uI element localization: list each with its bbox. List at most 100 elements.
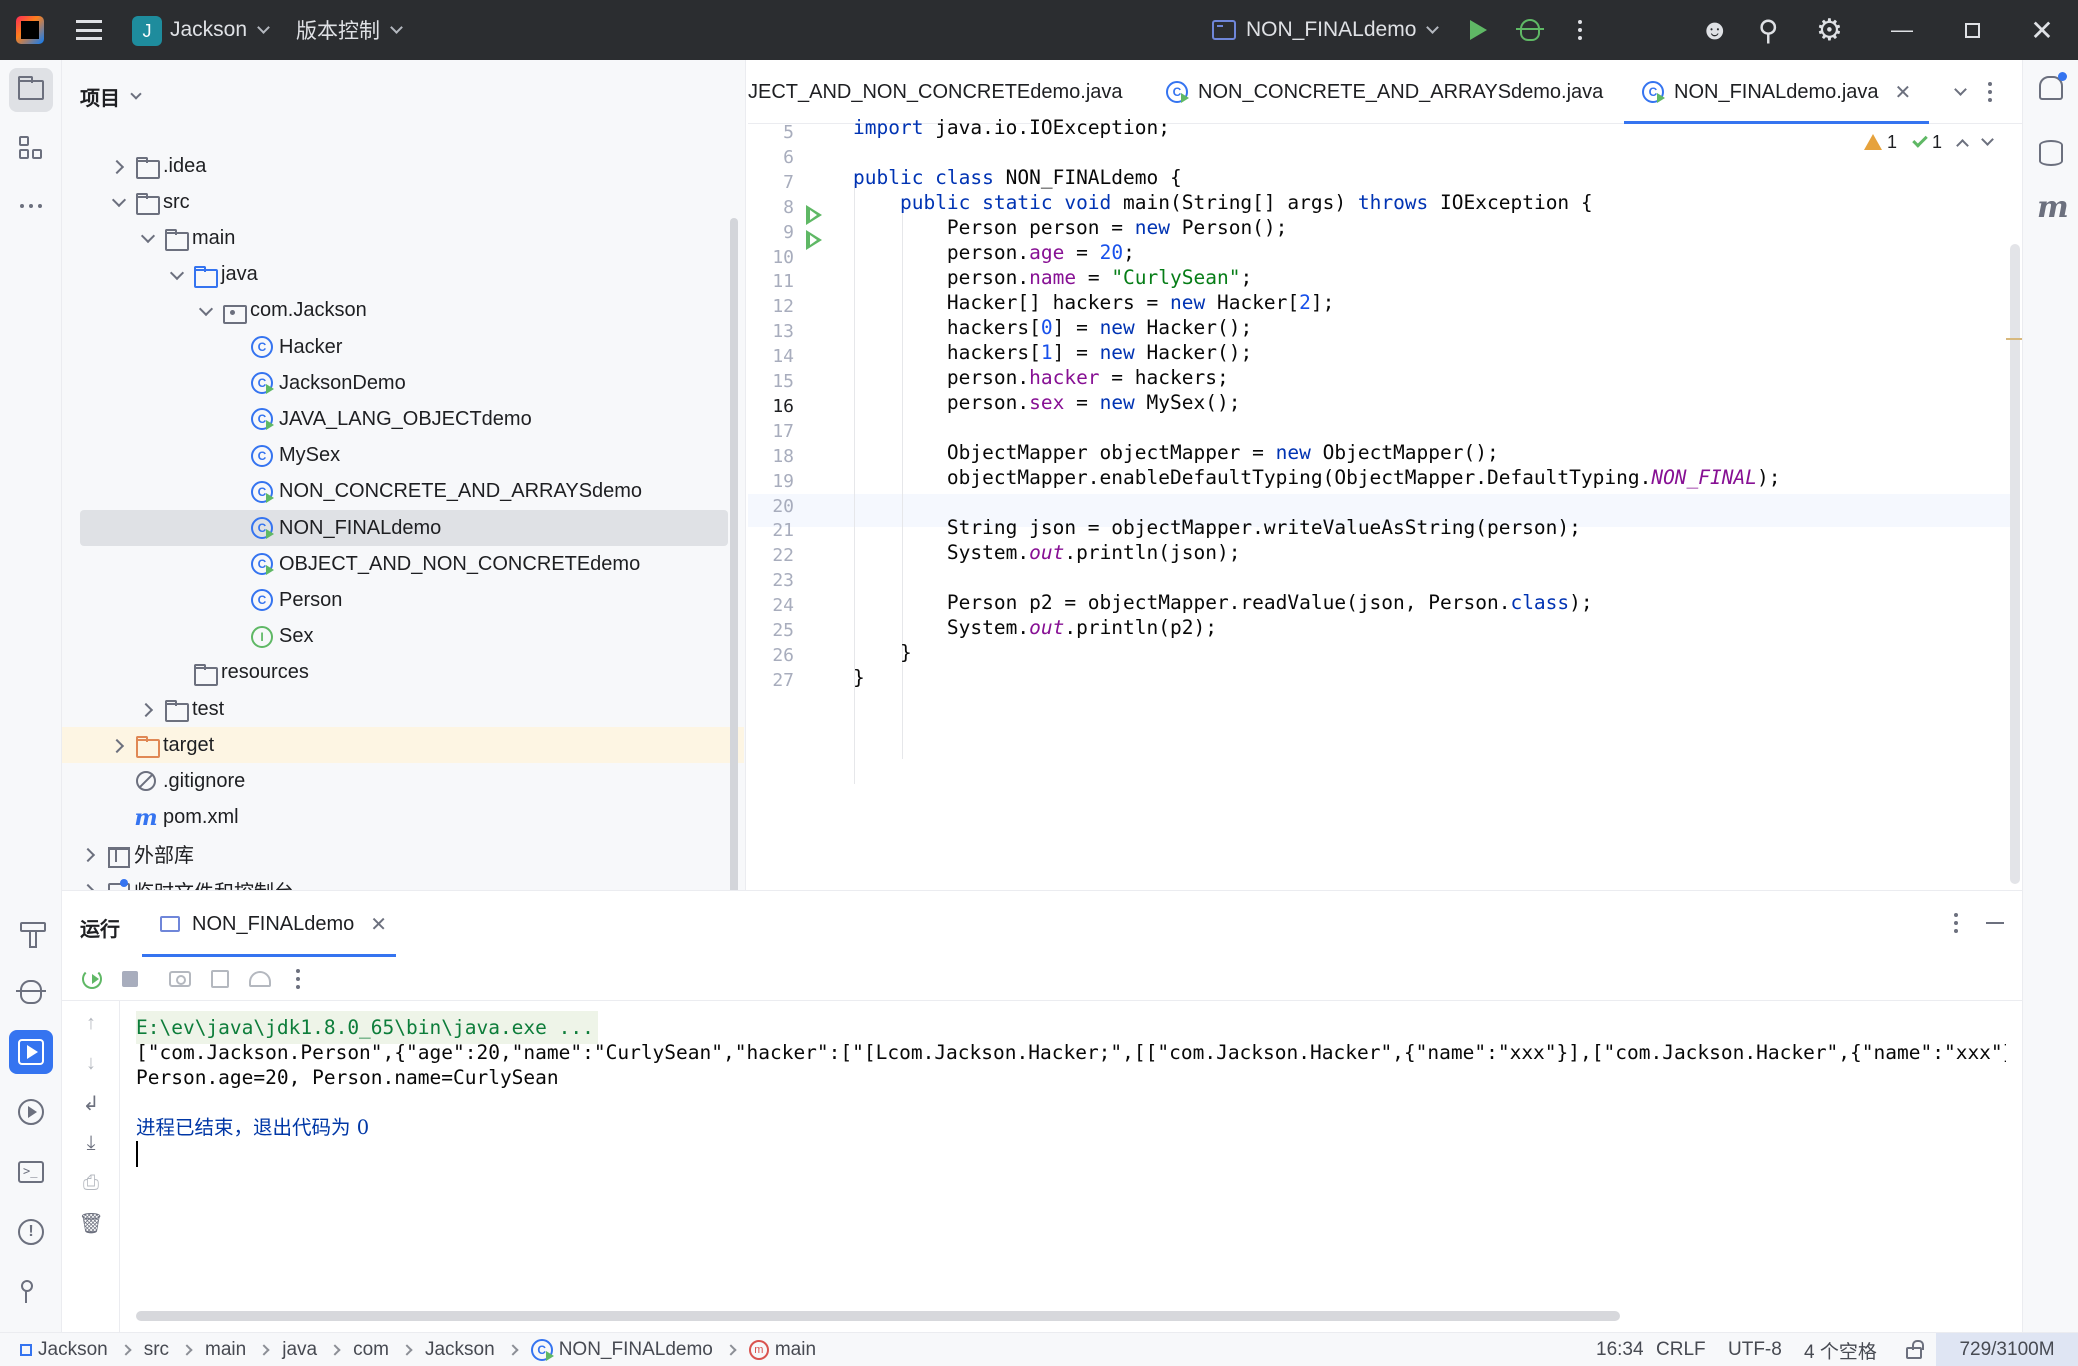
rerun-button[interactable] — [80, 967, 104, 991]
print-button[interactable]: ⎙ — [79, 1171, 103, 1195]
run-main-gutter-icon[interactable] — [804, 229, 826, 251]
inspection-widget[interactable]: 1 1 — [1864, 124, 1994, 160]
chevron-right-icon[interactable] — [109, 735, 129, 755]
more-actions-button[interactable] — [1578, 0, 1582, 60]
stop-button[interactable] — [118, 967, 142, 991]
intellij-logo-icon[interactable] — [16, 16, 44, 44]
tree-item-non-concrete-and-arraysdemo[interactable]: C NON_CONCRETE_AND_ARRAYSdemo — [62, 474, 728, 510]
vcs-selector[interactable]: 版本控制 — [296, 0, 403, 60]
console-horizontal-scrollbar[interactable] — [136, 1311, 1620, 1321]
chevron-down-icon[interactable] — [196, 301, 216, 321]
database-icon[interactable] — [2039, 140, 2063, 166]
code-with-me-button[interactable]: ☻ — [1700, 0, 1729, 60]
tree-item-sex[interactable]: I Sex — [62, 619, 728, 655]
scroll-up-button[interactable]: ↑ — [79, 1011, 103, 1035]
run-tool-button[interactable] — [9, 1030, 53, 1074]
tree-item-外部库[interactable]: 外部库 — [62, 836, 728, 872]
hide-panel-icon[interactable] — [1986, 922, 2004, 924]
search-button[interactable]: ⚲ — [1758, 0, 1779, 60]
scroll-down-button[interactable]: ↓ — [79, 1051, 103, 1075]
profiler-button[interactable] — [248, 967, 272, 991]
tree-item-hacker[interactable]: C Hacker — [62, 329, 728, 365]
chevron-down-icon[interactable] — [109, 192, 129, 212]
project-tool-button[interactable] — [9, 68, 53, 112]
file-encoding[interactable]: UTF-8 — [1728, 1333, 1782, 1366]
maven-icon[interactable]: m — [2037, 190, 2069, 225]
breadcrumb-item[interactable]: main — [205, 1339, 246, 1361]
tab-list-button[interactable] — [1944, 60, 1967, 124]
git-tool-button[interactable] — [9, 1270, 53, 1314]
tree-item-main[interactable]: main — [62, 220, 728, 256]
console-output[interactable]: E:\ev\java\jdk1.8.0_65\bin\java.exe ... … — [136, 1011, 2006, 1311]
chevron-down-icon[interactable] — [138, 228, 158, 248]
tree-item-test[interactable]: test — [62, 691, 728, 727]
settings-button[interactable]: ⚙ — [1816, 0, 1843, 60]
tree-item-person[interactable]: C Person — [62, 582, 728, 618]
tab-non-concrete-and-arrays[interactable]: C NON_CONCRETE_AND_ARRAYSdemo.java — [1166, 60, 1603, 124]
breadcrumb-item[interactable]: com — [353, 1339, 389, 1361]
editor-warning-marker[interactable] — [2006, 338, 2022, 340]
structure-tool-button[interactable] — [9, 126, 53, 170]
indent-setting[interactable]: 4 个空格 — [1804, 1333, 1877, 1366]
debug-button[interactable] — [1516, 0, 1544, 60]
tree-item-pom-xml[interactable]: m pom.xml — [62, 800, 728, 836]
project-panel-header[interactable]: 项目 — [80, 82, 142, 111]
tab-more-button[interactable] — [1988, 60, 1992, 124]
tree-item-mysex[interactable]: C MySex — [62, 438, 728, 474]
tree-item-jacksondemo[interactable]: C JacksonDemo — [62, 365, 728, 401]
prev-highlight-icon[interactable] — [1956, 138, 1969, 152]
close-tab-icon[interactable]: ✕ — [1895, 80, 1912, 105]
caret-position[interactable]: 16:34 — [1596, 1333, 1644, 1366]
breadcrumb-item[interactable]: NON_FINALdemo — [559, 1339, 713, 1361]
project-scrollbar[interactable] — [730, 218, 738, 918]
problems-tool-button[interactable]: ! — [9, 1210, 53, 1254]
line-separator[interactable]: CRLF — [1656, 1333, 1706, 1366]
main-menu-icon[interactable] — [76, 20, 102, 40]
soft-wrap-button[interactable]: ↲ — [79, 1091, 103, 1115]
next-highlight-icon[interactable] — [1981, 132, 1994, 146]
run-tab-non-finaldemo[interactable]: NON_FINALdemo ✕ — [142, 891, 396, 957]
code-editor[interactable]: 5 6 7 8 9 10 11 12 13 14 15 16 17 18 19 20 21 22 23 24 25 26 2… — [748, 116, 2022, 890]
run-more-button[interactable] — [286, 967, 310, 991]
read-only-toggle[interactable] — [1906, 1333, 1924, 1366]
more-vertical-icon[interactable] — [1954, 913, 1958, 933]
memory-indicator[interactable]: 729/3100M — [1936, 1333, 2078, 1366]
debug-tool-button[interactable] — [9, 970, 53, 1014]
clear-all-button[interactable]: 🗑 — [78, 1211, 103, 1235]
tree-item-target[interactable]: target — [62, 727, 744, 764]
close-tab-icon[interactable]: ✕ — [370, 912, 387, 937]
tree-item-com-jackson[interactable]: com.Jackson — [62, 293, 728, 329]
exit-button[interactable] — [208, 967, 232, 991]
tree-item-java-lang-objectdemo[interactable]: C JAVA_LANG_OBJECTdemo — [62, 401, 728, 437]
tree-item-java[interactable]: java — [62, 257, 728, 293]
tree-item-src[interactable]: src — [62, 184, 728, 220]
tree-item-object-and-non-concretedemo[interactable]: C OBJECT_AND_NON_CONCRETEdemo — [62, 546, 728, 582]
more-tools-button[interactable] — [9, 184, 53, 228]
build-tool-button[interactable] — [9, 910, 53, 954]
warning-count[interactable]: 1 — [1864, 132, 1897, 153]
run-config-selector[interactable]: NON_FINALdemo — [1212, 0, 1440, 60]
chevron-down-icon[interactable] — [167, 265, 187, 285]
tab-non-finaldemo[interactable]: C NON_FINALdemo.java ✕ — [1624, 60, 1930, 124]
project-avatar[interactable]: J — [132, 16, 162, 46]
scroll-to-end-button[interactable]: ⤓ — [79, 1131, 103, 1155]
breadcrumb-item[interactable]: src — [144, 1339, 169, 1361]
close-window-button[interactable]: ✕ — [2012, 0, 2072, 60]
maximize-button[interactable] — [1942, 0, 2002, 60]
breadcrumb-item[interactable]: Jackson — [425, 1339, 495, 1361]
breadcrumb-item[interactable]: main — [775, 1339, 816, 1361]
project-selector[interactable]: Jackson — [170, 0, 270, 60]
tree-item-idea[interactable]: .idea — [62, 148, 728, 184]
terminal-tool-button[interactable]: >_ — [9, 1150, 53, 1194]
tree-item-resources[interactable]: resources — [62, 655, 728, 691]
services-tool-button[interactable] — [9, 1090, 53, 1134]
dump-threads-button[interactable] — [168, 967, 192, 991]
minimize-button[interactable]: — — [1872, 0, 1932, 60]
breadcrumb-item[interactable]: java — [282, 1339, 317, 1361]
line-number[interactable]: 27 — [748, 664, 794, 697]
chevron-right-icon[interactable] — [109, 156, 129, 176]
ok-count[interactable]: 1 — [1912, 132, 1942, 153]
notifications-icon[interactable] — [2039, 72, 2067, 100]
breadcrumb-item[interactable]: Jackson — [38, 1339, 108, 1361]
chevron-right-icon[interactable] — [80, 844, 100, 864]
